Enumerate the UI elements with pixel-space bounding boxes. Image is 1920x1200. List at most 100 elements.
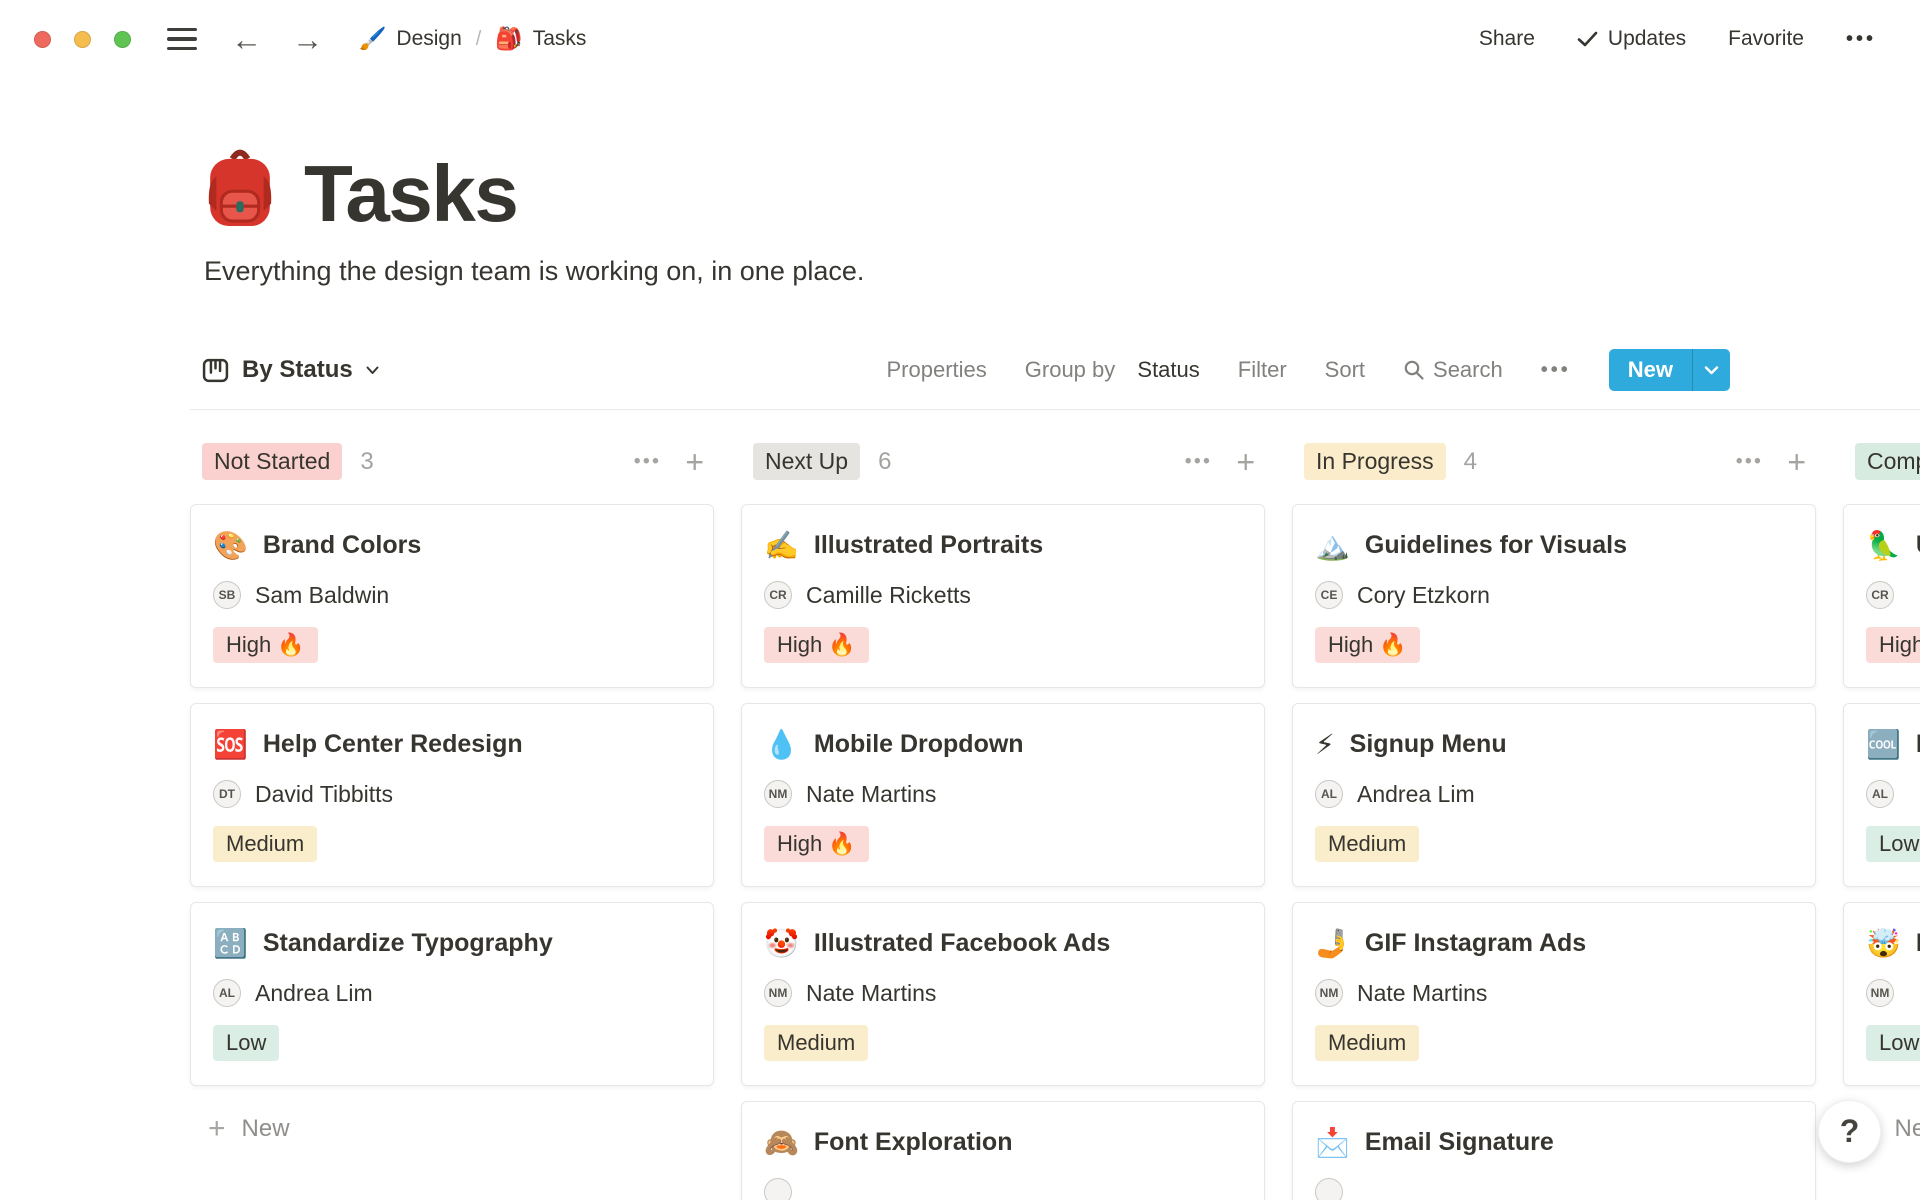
task-card[interactable]: ✍️ Illustrated Portraits CR Camille Rickett…	[741, 504, 1265, 688]
card-icon: 🤡	[764, 927, 799, 959]
menu-icon[interactable]	[167, 27, 197, 51]
avatar: NM	[1315, 979, 1343, 1007]
filter-button[interactable]: Filter	[1238, 357, 1287, 383]
priority-row: Low	[1866, 826, 1920, 862]
toolbar-more-icon[interactable]: •••	[1541, 359, 1571, 382]
assignee-row: AL Andrea Lim	[1315, 780, 1795, 808]
avatar: NM	[764, 979, 792, 1007]
back-arrow-icon[interactable]: ←	[231, 24, 262, 55]
updates-button[interactable]: Updates	[1577, 27, 1686, 51]
view-name: By Status	[242, 356, 353, 383]
assignee-name: Nate Martins	[1357, 979, 1488, 1006]
chevron-down-icon	[1704, 365, 1719, 374]
priority-badge: Medium	[1315, 1025, 1420, 1061]
page-title: Tasks	[304, 149, 519, 238]
favorite-button[interactable]: Favorite	[1728, 27, 1804, 51]
column-add-icon[interactable]: +	[1236, 446, 1255, 478]
breadcrumb-item-design[interactable]: 🖌️ Design	[359, 26, 462, 52]
avatar: DT	[213, 780, 241, 808]
assignee-row: CR	[1866, 581, 1920, 609]
card-title: Standardize Typography	[262, 929, 553, 957]
forward-arrow-icon[interactable]: →	[292, 24, 323, 55]
card-icon: 🆘	[213, 728, 248, 760]
new-button[interactable]: New	[1608, 349, 1730, 391]
priority-row: Medium	[1315, 826, 1795, 862]
assignee-row: CE Cory Etzkorn	[1315, 581, 1795, 609]
priority-row: Low	[213, 1025, 693, 1061]
add-card-label: New	[241, 1115, 290, 1142]
page-icon-backpack[interactable]	[200, 144, 280, 236]
card-icon: 🎨	[213, 529, 248, 561]
status-badge[interactable]: Completed	[1855, 443, 1920, 480]
assignee-name: Andrea Lim	[255, 979, 373, 1006]
card-icon: 🙈	[764, 1126, 799, 1158]
sort-button[interactable]: Sort	[1325, 357, 1365, 383]
card-icon: 💧	[764, 728, 799, 760]
task-card[interactable]: 🏔️ Guidelines for Visuals CE Cory Etzkorn Hi…	[1292, 504, 1816, 688]
priority-badge: Medium	[764, 1025, 869, 1061]
status-badge[interactable]: In Progress	[1304, 443, 1446, 480]
breadcrumb-label: Tasks	[532, 27, 587, 50]
card-icon: 🔠	[213, 927, 248, 959]
avatar: CR	[764, 581, 792, 609]
task-card[interactable]: 🦜UCRHigh 🔥	[1843, 504, 1920, 688]
close-window-icon[interactable]	[34, 30, 51, 48]
card-title: Signup Menu	[1349, 730, 1507, 758]
help-button[interactable]: ?	[1818, 1100, 1881, 1163]
column-more-icon[interactable]: •••	[1736, 451, 1763, 473]
breadcrumb-item-tasks[interactable]: 🎒 Tasks	[495, 26, 586, 52]
task-card[interactable]: 🎨 Brand Colors SB Sam Baldwin High 🔥	[190, 504, 714, 688]
column-more-icon[interactable]: •••	[1185, 451, 1212, 473]
task-card[interactable]: 🙈 Font Exploration	[741, 1101, 1265, 1200]
share-button[interactable]: Share	[1479, 27, 1535, 51]
task-card[interactable]: 🤳 GIF Instagram Ads NM Nate Martins Medium	[1292, 902, 1816, 1086]
column-add-icon[interactable]: +	[685, 446, 704, 478]
status-badge[interactable]: Not Started	[202, 443, 343, 480]
task-card[interactable]: 🆘 Help Center Redesign DT David Tibbitts Med…	[190, 703, 714, 887]
assignee-name: Andrea Lim	[1357, 780, 1475, 807]
task-card[interactable]: 🤯HNMLow	[1843, 902, 1920, 1086]
page-header: Tasks Everything the design team is work…	[200, 144, 1920, 287]
column-add-icon[interactable]: +	[1787, 446, 1806, 478]
card-title-row: 💧 Mobile Dropdown	[764, 730, 1244, 759]
add-card-button[interactable]: + New	[190, 1114, 714, 1144]
board-view-icon	[202, 358, 229, 382]
breadcrumb-label: Design	[396, 27, 462, 50]
status-badge[interactable]: Next Up	[753, 443, 861, 480]
new-button-chevron[interactable]	[1692, 349, 1730, 391]
more-options-icon[interactable]: •••	[1846, 28, 1876, 51]
task-card[interactable]: 🔠 Standardize Typography AL Andrea Lim Low	[190, 902, 714, 1086]
priority-badge: Low	[1866, 826, 1920, 862]
group-by-value: Status	[1137, 357, 1200, 382]
card-title-row: 🆒B	[1866, 730, 1920, 759]
priority-row: Medium	[1315, 1025, 1795, 1061]
avatar: SB	[213, 581, 241, 609]
task-card[interactable]: 📩 Email Signature	[1292, 1101, 1816, 1200]
properties-button[interactable]: Properties	[886, 357, 986, 383]
zoom-window-icon[interactable]	[114, 30, 131, 48]
task-card[interactable]: ⚡ Signup Menu AL Andrea Lim Medium	[1292, 703, 1816, 887]
avatar: NM	[764, 780, 792, 808]
group-by-button[interactable]: Group by Status	[1025, 357, 1200, 383]
card-icon: 🤳	[1315, 927, 1350, 959]
task-card[interactable]: 💧 Mobile Dropdown NM Nate Martins High 🔥	[741, 703, 1265, 887]
view-switcher[interactable]: By Status	[190, 356, 379, 384]
card-title: Font Exploration	[813, 1128, 1013, 1156]
task-card[interactable]: 🆒BALLow	[1843, 703, 1920, 887]
avatar	[1315, 1178, 1343, 1200]
minimize-window-icon[interactable]	[74, 30, 91, 48]
avatar: AL	[213, 979, 241, 1007]
assignee-row	[764, 1178, 1244, 1200]
column-more-icon[interactable]: •••	[634, 451, 661, 473]
search-button[interactable]: Search	[1403, 357, 1503, 383]
paintbrush-icon: 🖌️	[359, 26, 387, 51]
task-card[interactable]: 🤡 Illustrated Facebook Ads NM Nate Martins M…	[741, 902, 1265, 1086]
card-title: Guidelines for Visuals	[1364, 531, 1627, 559]
card-title: Email Signature	[1364, 1128, 1554, 1156]
card-title-row: 🙈 Font Exploration	[764, 1128, 1244, 1157]
window-controls	[34, 30, 131, 48]
assignee-row: SB Sam Baldwin	[213, 581, 693, 609]
card-icon: 🤯	[1866, 927, 1901, 959]
check-icon	[1577, 31, 1598, 47]
card-title: Mobile Dropdown	[813, 730, 1024, 758]
